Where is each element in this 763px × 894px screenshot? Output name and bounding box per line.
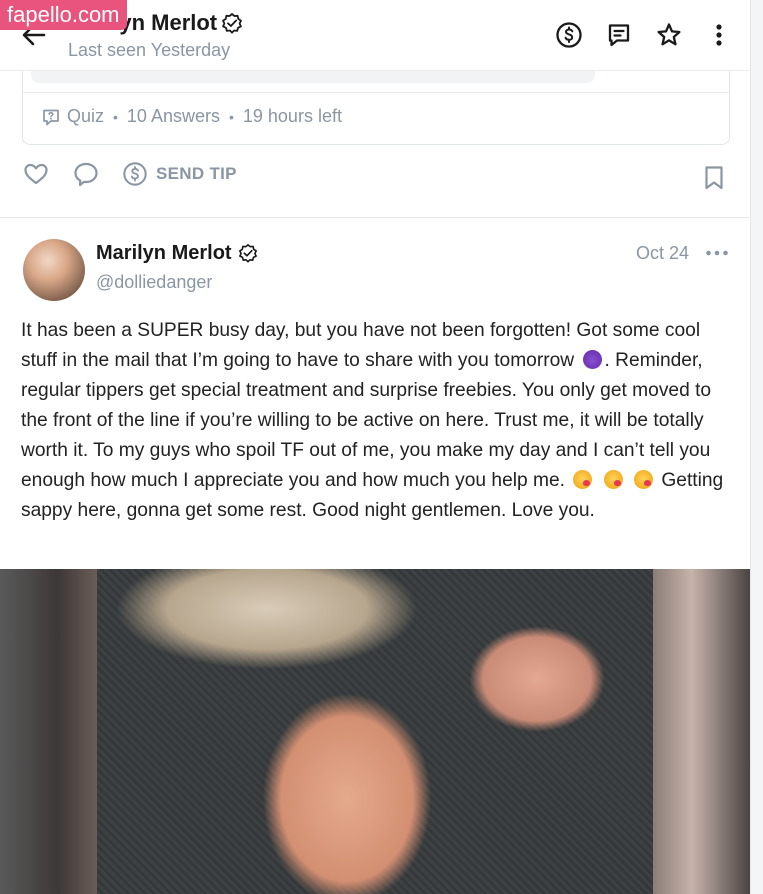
media-blur-right bbox=[653, 569, 750, 894]
comment-button[interactable] bbox=[72, 160, 100, 188]
more-options-button[interactable] bbox=[704, 20, 734, 50]
time-left: 19 hours left bbox=[242, 106, 342, 126]
divider bbox=[23, 92, 729, 93]
post-text: It has been a SUPER busy day, but you ha… bbox=[21, 316, 733, 526]
quiz-meta: Quiz • 10 Answers • 19 hours left bbox=[41, 106, 342, 127]
post-date[interactable]: Oct 24 bbox=[636, 243, 689, 264]
avatar[interactable] bbox=[23, 239, 85, 301]
dollar-icon bbox=[556, 22, 582, 48]
star-icon bbox=[657, 23, 681, 46]
page: Marilyn Merlot Last seen Yesterday Quiz … bbox=[0, 0, 751, 894]
more-vertical-icon bbox=[716, 24, 722, 46]
verified-icon bbox=[238, 244, 257, 263]
post-author: Marilyn Merlot @dolliedanger bbox=[96, 241, 258, 293]
quiz-option[interactable] bbox=[31, 71, 595, 83]
like-button[interactable] bbox=[22, 160, 50, 188]
watermark: fapello.com bbox=[0, 0, 127, 30]
comment-icon bbox=[74, 162, 98, 187]
quiz-label: Quiz bbox=[67, 106, 105, 126]
answer-count: 10 Answers bbox=[126, 106, 220, 126]
author-name[interactable]: Marilyn Merlot bbox=[96, 242, 232, 265]
quiz-icon bbox=[43, 109, 59, 125]
send-tip-label: SEND TIP bbox=[156, 164, 237, 183]
message-icon bbox=[608, 24, 630, 47]
separator-dot: • bbox=[113, 108, 118, 125]
messages-button[interactable] bbox=[604, 20, 634, 50]
bookmark-button[interactable] bbox=[702, 164, 726, 197]
media-blur-left bbox=[0, 569, 97, 894]
dollar-icon bbox=[123, 162, 147, 186]
post-more-button[interactable] bbox=[702, 241, 732, 265]
smiling-devil-emoji bbox=[582, 350, 602, 369]
post-actions: SEND TIP bbox=[22, 160, 728, 196]
post-media[interactable] bbox=[0, 569, 750, 894]
post-photo[interactable] bbox=[97, 569, 653, 894]
scroll-gutter bbox=[751, 0, 763, 894]
tip-button[interactable] bbox=[554, 20, 584, 50]
more-horizontal-icon bbox=[706, 250, 728, 256]
last-seen-status: Last seen Yesterday bbox=[68, 40, 231, 60]
bookmark-icon bbox=[705, 166, 723, 190]
author-handle[interactable]: @dolliedanger bbox=[96, 272, 258, 293]
verified-icon bbox=[222, 13, 243, 34]
face-blowing-kiss-emoji bbox=[634, 470, 654, 489]
post-separator bbox=[0, 217, 750, 218]
heart-icon bbox=[24, 163, 48, 185]
separator-dot: • bbox=[228, 108, 234, 125]
send-tip-button[interactable]: SEND TIP bbox=[122, 161, 237, 187]
face-blowing-kiss-emoji bbox=[573, 470, 593, 489]
favorite-button[interactable] bbox=[654, 20, 684, 50]
post-text-part: . Reminder, regular tippers get special … bbox=[21, 350, 712, 491]
face-blowing-kiss-emoji bbox=[603, 470, 623, 489]
